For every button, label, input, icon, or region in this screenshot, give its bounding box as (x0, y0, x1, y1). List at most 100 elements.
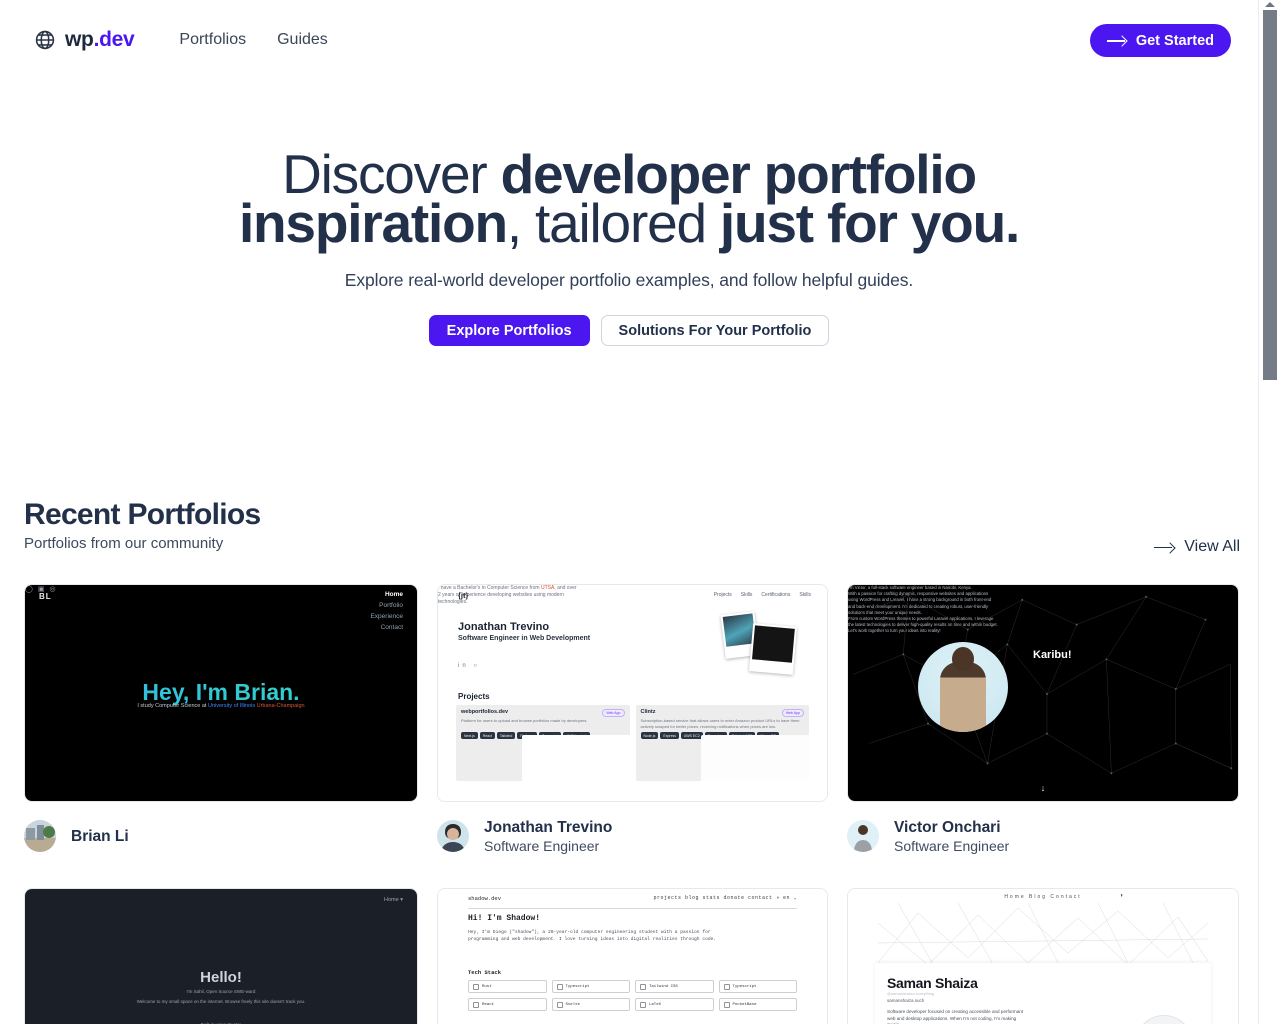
page-root: wp.dev Portfolios Guides Get Started Dis… (0, 0, 1280, 1024)
portfolio-thumbnail[interactable]: Home Blog Contact ◑ Saman Shaiza @samans… (847, 888, 1239, 1024)
portfolio-card[interactable]: Home Blog Contact ◑ Saman Shaiza @samans… (847, 888, 1239, 1024)
preview-nav-item: Skills (740, 592, 753, 598)
preview-avatar-photo (918, 642, 1008, 732)
arrow-right-icon (1154, 542, 1174, 552)
hero-title: Discover developer portfolio inspiration… (234, 147, 1024, 251)
portfolio-thumbnail[interactable]: Karibu! I'm Victor, a full-stack softwar… (847, 584, 1239, 802)
nav-item-portfolios[interactable]: Portfolios (179, 31, 246, 49)
author-role: Software Engineer (894, 837, 1010, 854)
author-name: Jonathan Trevino (484, 818, 613, 836)
nav-item-guides[interactable]: Guides (277, 31, 328, 49)
tech-chip: Typescript (718, 980, 797, 993)
preview-name: Saman Shaiza (887, 975, 978, 991)
author-meta: Brian Li (71, 827, 129, 846)
preview-nav-item: Home (384, 591, 403, 598)
tech-chip: Svelte (551, 998, 630, 1011)
preview-project-cards: webportfolios.dev Web App Platform for u… (456, 705, 809, 781)
preview-tech-grid: Rust Typescript Tailwind CSS Typescript … (468, 980, 797, 1011)
preview-social-icons: in ○ (458, 663, 480, 669)
hero-title-part2: , tailored (506, 192, 720, 254)
project-desc: Platform for users to upload and browse … (461, 718, 588, 723)
preview-nav-item: Experience (370, 613, 403, 620)
portfolio-card[interactable]: Home ▾ Hello! I'm Sahil, Open Source SWE… (24, 888, 418, 1024)
brand-prefix: wp (65, 28, 94, 51)
project-title: Clintz (640, 709, 656, 715)
preview-heading: Hey, I'm Brian. (25, 679, 417, 706)
preview-nav-item: Certifications (761, 592, 791, 598)
constellation-bg (853, 593, 1233, 775)
portfolio-card[interactable]: {jt} Projects Skills Certifications Skil… (437, 584, 828, 856)
solutions-button[interactable]: Solutions For Your Portfolio (600, 315, 830, 346)
preview-nav: Home ▾ (384, 897, 403, 903)
preview-jonathan: {jt} Projects Skills Certifications Skil… (438, 585, 827, 801)
scroll-up-arrow-icon[interactable] (1264, 2, 1275, 7)
card-author[interactable]: Jonathan Trevino Software Engineer (437, 816, 828, 856)
preview-heading: Hi! I'm Shadow! (468, 914, 541, 923)
page-scrollbar[interactable] (1258, 0, 1280, 1024)
brand-suffix: .dev (93, 28, 135, 51)
view-all-label: View All (1184, 538, 1240, 555)
portfolio-thumbnail[interactable]: shadow.dev projects blog stats donate co… (437, 888, 828, 1024)
theme-toggle-icon: ◑ (1119, 893, 1123, 899)
section-header: Recent Portfolios Portfolios from our co… (24, 498, 1240, 558)
preview-handle: @samanshaiza everything (887, 991, 935, 996)
tech-chip: Rust (468, 980, 547, 993)
project-screenshot (701, 735, 809, 781)
view-all-link[interactable]: View All (1154, 538, 1240, 556)
page-viewport: wp.dev Portfolios Guides Get Started Dis… (0, 0, 1258, 1024)
preview-heading: Hello! (200, 969, 242, 986)
preview-avatar-orb (1135, 1015, 1193, 1024)
portfolio-card[interactable]: shadow.dev projects blog stats donate co… (437, 888, 828, 1024)
section-title: Recent Portfolios (24, 498, 261, 531)
preview-social-icons: ◯ ▣ ◎ (25, 586, 56, 593)
portfolio-thumbnail[interactable]: {jt} Projects Skills Certifications Skil… (437, 584, 828, 802)
tech-chip: LaTeX (635, 998, 714, 1011)
portfolio-card[interactable]: BL ◯ ▣ ◎ Home Portfolio Experience Contact… (24, 584, 418, 856)
preview-logo: shadow.dev (468, 895, 502, 902)
author-name: Brian Li (71, 827, 129, 845)
author-role: Software Engineer (484, 837, 600, 854)
explore-portfolios-button[interactable]: Explore Portfolios (428, 315, 590, 346)
main-nav: Portfolios Guides (179, 31, 327, 49)
preview-nav: Home Portfolio Experience Contact (370, 591, 403, 631)
preview-hello: Home ▾ Hello! I'm Sahil, Open Source SWE… (25, 889, 417, 1024)
preview-saman: Home Blog Contact ◑ Saman Shaiza @samans… (848, 889, 1238, 1024)
preview-brian: BL ◯ ▣ ◎ Home Portfolio Experience Contact… (25, 585, 417, 801)
site-header: wp.dev Portfolios Guides Get Started (0, 0, 1258, 80)
card-author[interactable]: Brian Li (24, 816, 418, 856)
card-author[interactable]: Victor Onchari Software Engineer (847, 816, 1239, 856)
portfolio-grid: BL ◯ ▣ ◎ Home Portfolio Experience Contact… (24, 584, 1240, 1024)
tech-chip: PocketBase (718, 998, 797, 1011)
preview-projects-heading: Projects (458, 692, 490, 701)
preview-project-card: webportfolios.dev Web App Platform for u… (456, 705, 630, 781)
hero-title-bold2: just for you. (719, 192, 1020, 254)
scrollbar-thumb[interactable] (1263, 10, 1277, 380)
preview-role: Software Engineer in Web Development (458, 635, 591, 642)
avatar (847, 820, 879, 852)
tech-chip: Tailwind CSS (635, 980, 714, 993)
preview-nav-item: Projects (713, 592, 732, 598)
preview-logo: {jt} (458, 591, 469, 600)
get-started-label: Get Started (1135, 32, 1214, 49)
portfolio-card[interactable]: Karibu! I'm Victor, a full-stack softwar… (847, 584, 1239, 856)
avatar (24, 820, 56, 852)
preview-subtext: I study Computer Science at University o… (137, 703, 305, 709)
preview-bio: Software developer focused on creating a… (887, 1009, 1024, 1024)
project-badge: Web App (602, 709, 625, 717)
preview-name: Jonathan Trevino (458, 621, 550, 633)
author-name: Victor Onchari (894, 818, 1001, 836)
portfolio-thumbnail[interactable]: Home ▾ Hello! I'm Sahil, Open Source SWE… (24, 888, 418, 1024)
preview-victor: Karibu! I'm Victor, a full-stack softwar… (848, 585, 1238, 801)
get-started-button[interactable]: Get Started (1089, 24, 1231, 57)
preview-para: Welcome to my small space on the interne… (136, 999, 306, 1004)
portfolio-thumbnail[interactable]: BL ◯ ▣ ◎ Home Portfolio Experience Contact… (24, 584, 418, 802)
preview-profile-panel: Saman Shaiza @samanshaiza everything sam… (875, 963, 1211, 1024)
project-title: webportfolios.dev (461, 709, 509, 715)
preview-nav-item: Skills (799, 592, 811, 598)
recent-portfolios-section: Recent Portfolios Portfolios from our co… (24, 498, 1240, 558)
hero-buttons: Explore Portfolios Solutions For Your Po… (0, 315, 1258, 346)
preview-shadow: shadow.dev projects blog stats donate co… (438, 889, 827, 1024)
preview-project-card: Clintz Web App Subscription-based servic… (635, 705, 809, 781)
brand-logo[interactable]: wp.dev (34, 28, 135, 52)
author-meta: Jonathan Trevino Software Engineer (484, 818, 612, 855)
